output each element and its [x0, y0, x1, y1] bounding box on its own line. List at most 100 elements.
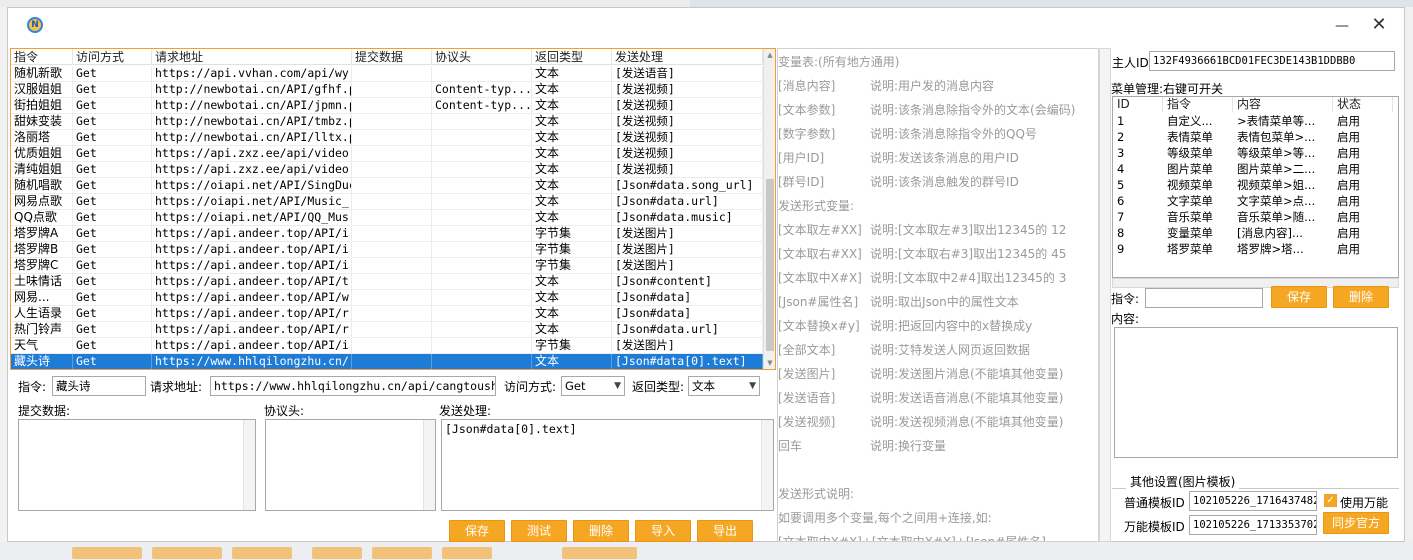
command-table[interactable]: 指令 访问方式 请求地址 提交数据 协议头 返回类型 发送处理 随机新歌 Get h…: [10, 48, 776, 370]
cell-url: https://api.andeer.top/API/r...: [152, 322, 352, 337]
table-row[interactable]: 塔罗牌A Get https://api.andeer.top/API/i... 字节…: [11, 226, 763, 242]
main-window: N — ✕ 指令 访问方式 请求地址 提交数据 协议头 返回类型 发送处理 随机…: [7, 7, 1405, 542]
url-input[interactable]: https://www.hhlqilongzhu.cn/api/cangtous…: [210, 376, 496, 396]
test-button[interactable]: 测试: [511, 520, 567, 542]
table-row[interactable]: 8 变量菜单 [消息内容]... 启用: [1113, 225, 1398, 241]
menu-column-header[interactable]: ID: [1113, 97, 1163, 112]
table-row[interactable]: 随机新歌 Get https://api.vvhan.com/api/wy... 文本…: [11, 66, 763, 82]
table-row[interactable]: 甜妹变装 Get http://newbotai.cn/API/tmbz.php 文本…: [11, 114, 763, 130]
menu-column-header[interactable]: 指令: [1163, 97, 1233, 112]
textarea-scrollbar[interactable]: [761, 420, 773, 510]
cell-url: http://newbotai.cn/API/lltx.php: [152, 130, 352, 145]
column-header[interactable]: 指令: [11, 49, 73, 65]
cell-return-type: 文本: [532, 210, 612, 225]
cell-headers: [432, 338, 532, 353]
table-row[interactable]: 藏头诗 Get https://www.hhlqilongzhu.cn/... 文本[…: [11, 354, 763, 369]
textarea-scrollbar[interactable]: [423, 420, 435, 510]
cell-send-process: [发送视频]: [612, 162, 763, 177]
delete-button[interactable]: 删除: [573, 520, 629, 542]
table-row[interactable]: 人生语录 Get https://api.andeer.top/API/r... 文本…: [11, 306, 763, 322]
variable-help-scrollbar[interactable]: [1099, 48, 1111, 542]
table-row[interactable]: 清纯姐姐 Get https://api.zxz.ee/api/video... 文本…: [11, 162, 763, 178]
table-row[interactable]: 塔罗牌C Get https://api.andeer.top/API/i... 字节…: [11, 258, 763, 274]
scroll-down-icon[interactable]: ▼: [764, 357, 775, 369]
cmd-input[interactable]: 藏头诗: [52, 376, 146, 396]
table-row[interactable]: 2 表情菜单 表情包菜单>... 启用: [1113, 129, 1398, 145]
table-row[interactable]: 7 音乐菜单 音乐菜单>随... 启用: [1113, 209, 1398, 225]
cell-send-process: [Json#data]: [612, 306, 763, 321]
menu-column-header[interactable]: 状态: [1333, 97, 1393, 112]
table-row[interactable]: 塔罗牌B Get https://api.andeer.top/API/i... 字节…: [11, 242, 763, 258]
table-row[interactable]: 1 自定义... >表情菜单等... 启用: [1113, 113, 1398, 129]
command-table-scrollbar[interactable]: ▲ ▼: [763, 49, 775, 369]
variable-help-line: [文本取中X#X]+[文本取中X#X]+[Json#属性名]: [778, 535, 1046, 542]
cmd-label: 指令:: [18, 380, 47, 394]
cell-cmd: 藏头诗: [11, 354, 73, 369]
post-data-textarea[interactable]: [18, 419, 256, 511]
table-row[interactable]: 优质姐姐 Get https://api.zxz.ee/api/video... 文本…: [11, 146, 763, 162]
column-header[interactable]: 提交数据: [352, 49, 432, 65]
return-type-select[interactable]: 文本 ▼: [688, 376, 760, 396]
cell-method: Get: [73, 226, 152, 241]
table-row[interactable]: 天气 Get https://api.andeer.top/API/i... 字节集[…: [11, 338, 763, 354]
menu-save-button[interactable]: 保存: [1271, 286, 1327, 308]
cell-cmd: 清纯姐姐: [11, 162, 73, 177]
normal-template-label: 普通模板ID: [1124, 496, 1185, 510]
menu-table[interactable]: ID 指令 内容 状态 1 自定义... >表情菜单等... 启用 2 表情菜单 表情包菜单…: [1112, 96, 1399, 278]
send-process-textarea[interactable]: [Json#data[0].text]: [441, 419, 774, 511]
table-row[interactable]: 9 塔罗菜单 塔罗牌>塔... 启用: [1113, 241, 1398, 257]
menu-cmd-input[interactable]: [1145, 288, 1263, 308]
cell-method: Get: [73, 274, 152, 289]
textarea-scrollbar[interactable]: [243, 420, 255, 510]
table-row[interactable]: 汉服姐姐 Get http://newbotai.cn/API/gfhf.php Co…: [11, 82, 763, 98]
table-row[interactable]: QQ点歌 Get https://oiapi.net/API/QQ_Mus... 文本…: [11, 210, 763, 226]
column-header[interactable]: 访问方式: [73, 49, 152, 65]
table-row[interactable]: 街拍姐姐 Get http://newbotai.cn/API/jpmn.php Co…: [11, 98, 763, 114]
column-header[interactable]: 协议头: [432, 49, 532, 65]
method-label: 访问方式:: [504, 380, 557, 394]
table-row[interactable]: 3 等级菜单 等级菜单>等... 启用: [1113, 145, 1398, 161]
scroll-up-icon[interactable]: ▲: [764, 49, 775, 61]
cell-send-process: [发送视频]: [612, 82, 763, 97]
normal-template-input[interactable]: 102105226_1716437482: [1189, 491, 1317, 511]
cell-post-data: [352, 290, 432, 305]
table-row[interactable]: 网易... Get https://api.andeer.top/API/w... 文…: [11, 290, 763, 306]
wanneng-template-input[interactable]: 102105226_1713353702: [1189, 515, 1317, 535]
sync-official-button[interactable]: 同步官方: [1323, 512, 1389, 534]
minimize-button[interactable]: —: [1330, 18, 1354, 38]
table-row[interactable]: 随机唱歌 Get https://oiapi.net/API/SingDuck 文本[…: [11, 178, 763, 194]
menu-column-header[interactable]: 内容: [1233, 97, 1333, 112]
table-row[interactable]: 土味情话 Get https://api.andeer.top/API/t... 文本…: [11, 274, 763, 290]
column-header[interactable]: 返回类型: [532, 49, 612, 65]
save-button[interactable]: 保存: [449, 520, 505, 542]
menu-delete-button[interactable]: 删除: [1333, 286, 1389, 308]
menu-content-textarea[interactable]: [1114, 327, 1398, 458]
cell-cmd: 网易点歌: [11, 194, 73, 209]
close-button[interactable]: ✕: [1366, 14, 1392, 40]
headers-textarea[interactable]: [265, 419, 436, 511]
variable-name: [文本取中X#X]: [778, 271, 862, 285]
table-row[interactable]: 5 视频菜单 视频菜单>姐... 启用: [1113, 177, 1398, 193]
table-row[interactable]: 网易点歌 Get https://oiapi.net/API/Music_... 文本…: [11, 194, 763, 210]
cell-headers: [432, 274, 532, 289]
variable-desc: 说明:发送该条消息的用户ID: [870, 151, 1019, 165]
table-row[interactable]: 6 文字菜单 文字菜单>点... 启用: [1113, 193, 1398, 209]
cell-return-type: 文本: [532, 98, 612, 113]
variable-help-line: [消息内容] 说明:用户发的消息内容: [778, 77, 994, 94]
cell-post-data: [352, 194, 432, 209]
use-wanneng-checkbox[interactable]: ✓: [1324, 494, 1337, 507]
table-row[interactable]: 4 图片菜单 图片菜单>二... 启用: [1113, 161, 1398, 177]
column-header[interactable]: 发送处理: [612, 49, 763, 65]
column-header[interactable]: 请求地址: [152, 49, 352, 65]
cell-url: http://newbotai.cn/API/jpmn.php: [152, 98, 352, 113]
menu-cmd-label: 指令:: [1111, 292, 1140, 306]
export-button[interactable]: 导出: [697, 520, 753, 542]
method-select[interactable]: Get ▼: [561, 376, 625, 396]
scroll-thumb[interactable]: [766, 179, 774, 351]
table-row[interactable]: 洛丽塔 Get http://newbotai.cn/API/lltx.php 文本[…: [11, 130, 763, 146]
owner-id-input[interactable]: 132F4936661BCD01FEC3DE143B1DDBB0: [1149, 51, 1395, 71]
cell-menu-cmd: 视频菜单: [1167, 178, 1213, 192]
table-row[interactable]: 热门铃声 Get https://api.andeer.top/API/r... 文本…: [11, 322, 763, 338]
import-button[interactable]: 导入: [635, 520, 691, 542]
cell-menu-id: 1: [1117, 114, 1125, 128]
